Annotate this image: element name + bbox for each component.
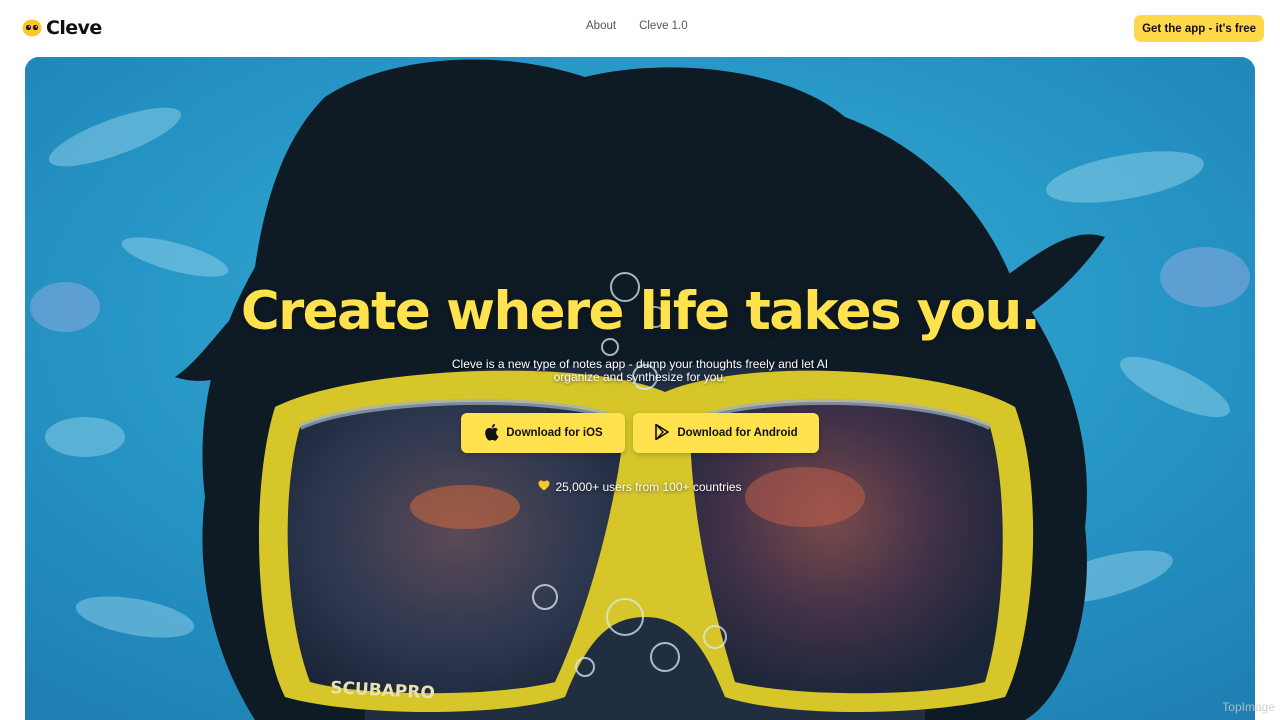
hero-content: Create where life takes you. Cleve is a … xyxy=(25,57,1255,720)
brand-logo[interactable]: Cleve xyxy=(22,16,102,40)
users-stat-text: 25,000+ users from 100+ countries xyxy=(555,480,742,494)
download-android-label: Download for Android xyxy=(677,427,798,439)
apple-icon xyxy=(483,423,499,444)
watermark: TopImage xyxy=(1222,700,1275,714)
site-header: Cleve About Cleve 1.0 Get the app - it's… xyxy=(0,0,1280,56)
main-nav: About Cleve 1.0 xyxy=(586,20,688,32)
download-ios-button[interactable]: Download for iOS xyxy=(461,413,625,453)
hero-headline: Create where life takes you. xyxy=(240,281,1041,342)
cleve-eyes-icon xyxy=(22,19,42,37)
nav-item-cleve-1[interactable]: Cleve 1.0 xyxy=(639,20,688,32)
hero-section: SCUBAPRO Create where life takes you. Cl… xyxy=(25,57,1255,720)
hero-subtext: Cleve is a new type of notes app - dump … xyxy=(450,358,830,384)
play-store-icon xyxy=(654,423,670,444)
download-ios-label: Download for iOS xyxy=(506,427,603,439)
users-stat: 25,000+ users from 100+ countries xyxy=(25,480,1255,494)
nav-item-about[interactable]: About xyxy=(586,20,616,32)
heart-icon xyxy=(538,480,550,494)
hero-subtext-line1: Cleve is a new type of notes app - dump … xyxy=(451,357,829,371)
brand-name: Cleve xyxy=(46,17,102,39)
download-android-button[interactable]: Download for Android xyxy=(633,413,819,453)
get-app-button[interactable]: Get the app - it's free xyxy=(1134,15,1264,42)
hero-subtext-line2: organize and synthesize for you. xyxy=(553,370,727,384)
